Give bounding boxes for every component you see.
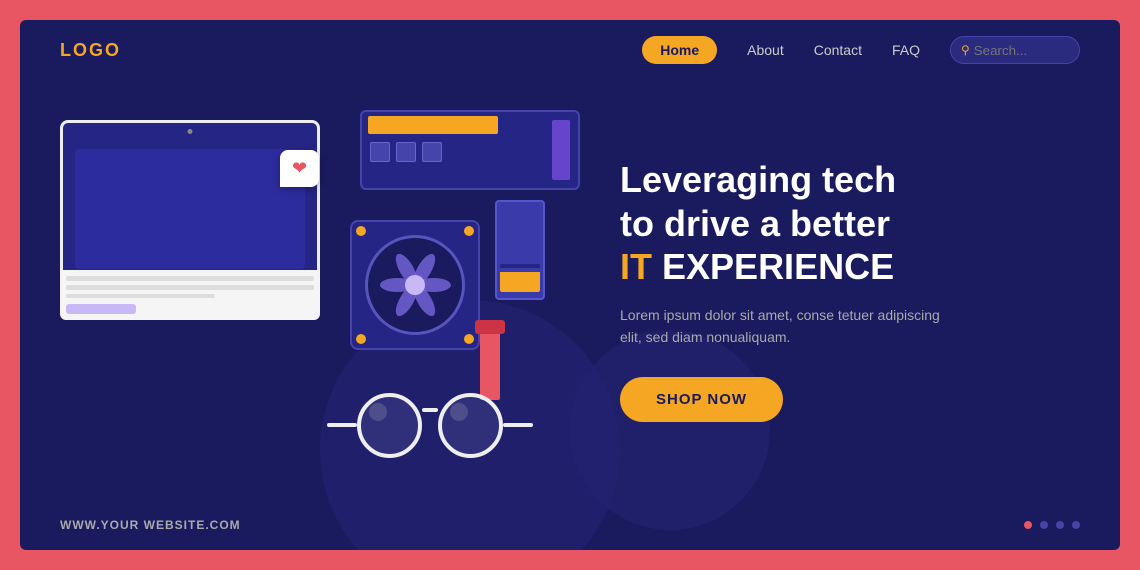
keyboard-button (66, 304, 136, 314)
ram-connector (500, 272, 540, 292)
nav-faq[interactable]: FAQ (892, 42, 920, 58)
glasses-lens-left (357, 393, 422, 458)
gpu-slot-1 (370, 142, 390, 162)
search-icon: ⚲ (961, 43, 970, 57)
laptop-keyboard (60, 270, 320, 320)
keyboard-line-3 (66, 294, 215, 299)
ram-stick (495, 200, 545, 300)
headline-line1: Leveraging tech (620, 159, 896, 200)
dot-1[interactable] (1024, 521, 1032, 529)
laptop-display (75, 149, 305, 269)
pagination-dots (1024, 521, 1080, 529)
dot-2[interactable] (1040, 521, 1048, 529)
fan-screw-br (464, 334, 474, 344)
keyboard-line-1 (66, 276, 314, 281)
heart-icon: ❤ (292, 158, 307, 179)
fan-unit (350, 220, 480, 350)
gpu-slots (362, 138, 578, 166)
chat-bubble: ❤ (280, 150, 319, 187)
search-box[interactable]: ⚲ (950, 36, 1080, 64)
glasses-arm-right (503, 423, 533, 427)
footer-url: WWW.YOUR WEBSITE.COM (60, 518, 241, 532)
gpu-slot-2 (396, 142, 416, 162)
hero-illustration: ❤ (20, 90, 600, 490)
headline-line2: to drive a better (620, 203, 890, 244)
laptop-illustration (60, 120, 320, 320)
gpu-slot-3 (422, 142, 442, 162)
navbar: LOGO Home About Contact FAQ ⚲ (20, 20, 1120, 80)
dot-4[interactable] (1072, 521, 1080, 529)
hero-text: Leveraging tech to drive a better IT EXP… (600, 138, 1120, 441)
logo: LOGO (60, 40, 121, 61)
ram-notch (500, 264, 540, 268)
fan-center (405, 275, 425, 295)
keyboard-line-2 (66, 285, 314, 290)
glasses-bridge (422, 408, 438, 412)
dot-3[interactable] (1056, 521, 1064, 529)
page-container: LOGO Home About Contact FAQ ⚲ (20, 20, 1120, 550)
search-input[interactable] (974, 40, 1064, 60)
gpu-card (360, 110, 580, 190)
headline: Leveraging tech to drive a better IT EXP… (620, 158, 1080, 288)
hero-section: ❤ (20, 80, 1120, 500)
nav-links: Home About Contact FAQ ⚲ (642, 36, 1080, 64)
usb-head (475, 320, 505, 334)
nav-contact[interactable]: Contact (814, 42, 862, 58)
hero-subtext: Lorem ipsum dolor sit amet, conse tetuer… (620, 304, 960, 349)
nav-about[interactable]: About (747, 42, 784, 58)
headline-highlight: IT (620, 246, 652, 287)
gpu-bar (368, 116, 498, 134)
fan-screw-bl (356, 334, 366, 344)
glasses-illustration (335, 385, 525, 465)
headline-line3: EXPERIENCE (662, 246, 894, 287)
gpu-connector (552, 120, 570, 180)
glasses-arm-left (327, 423, 357, 427)
fan-screw-tr (464, 226, 474, 236)
shop-now-button[interactable]: SHOP NOW (620, 377, 783, 422)
nav-home[interactable]: Home (642, 36, 717, 64)
fan-circle (365, 235, 465, 335)
glasses-frame (327, 393, 533, 458)
footer: WWW.YOUR WEBSITE.COM (20, 500, 1120, 550)
laptop-screen (60, 120, 320, 280)
laptop-camera (188, 129, 193, 134)
glasses-lens-right (438, 393, 503, 458)
fan-screw-tl (356, 226, 366, 236)
